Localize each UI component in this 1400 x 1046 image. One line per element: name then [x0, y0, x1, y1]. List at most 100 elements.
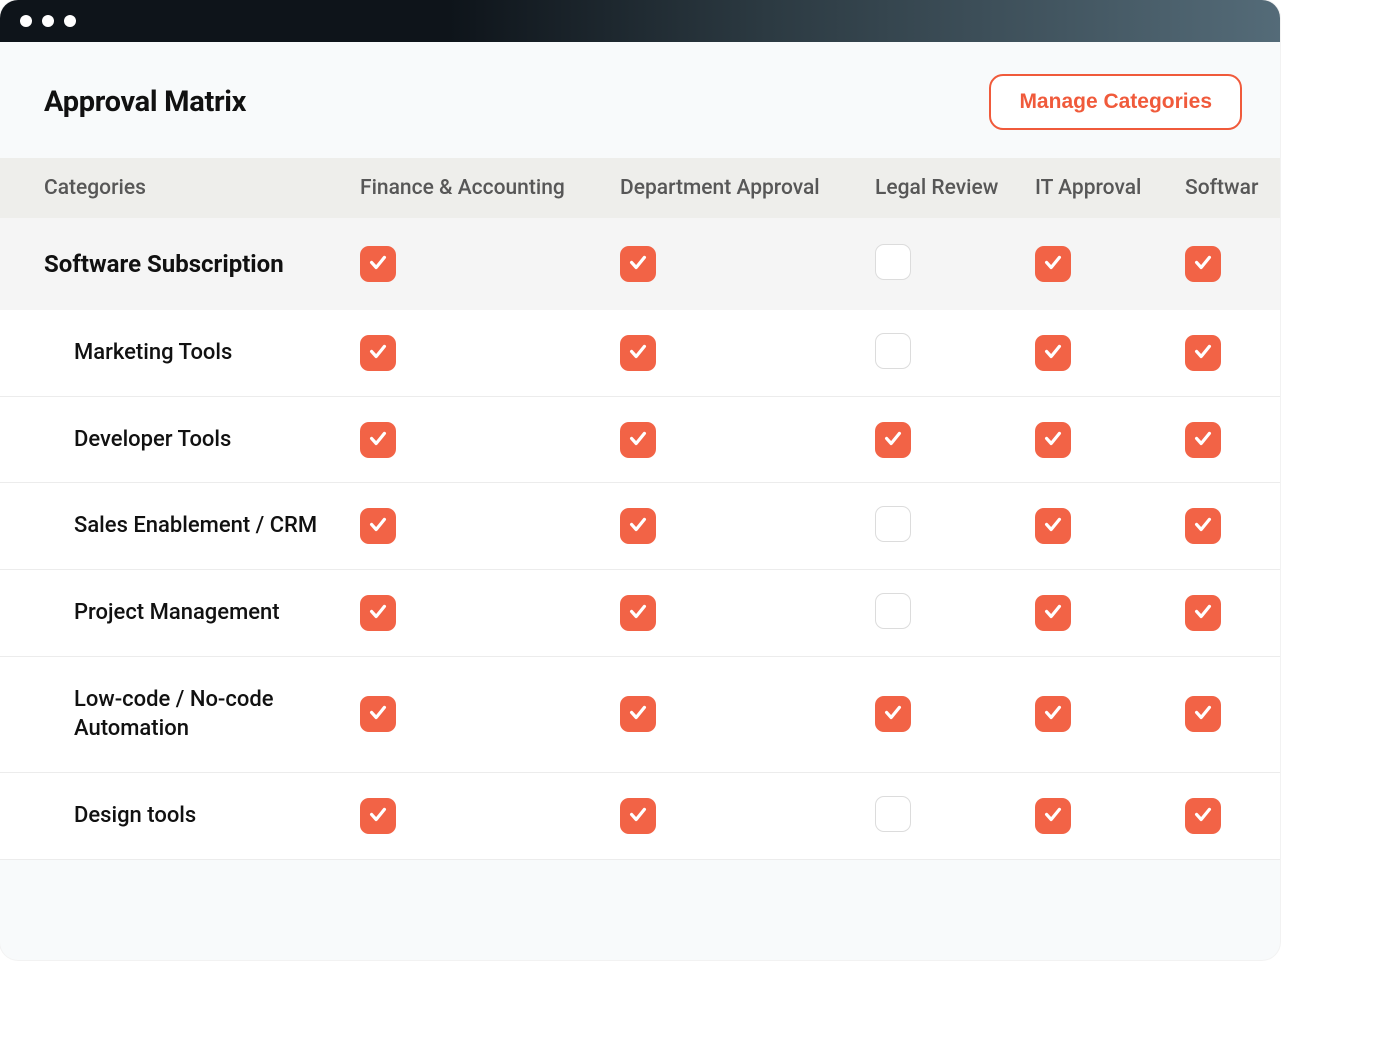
checkbox-finance[interactable]	[360, 798, 396, 834]
checkbox-cell-legal	[875, 310, 1035, 396]
checkbox-finance[interactable]	[360, 508, 396, 544]
check-icon	[627, 701, 649, 727]
checkbox-cell-it	[1035, 483, 1185, 570]
checkbox-legal[interactable]	[875, 696, 911, 732]
check-icon	[627, 251, 649, 277]
check-icon	[1192, 251, 1214, 277]
check-icon	[367, 427, 389, 453]
checkbox-software[interactable]	[1185, 335, 1221, 371]
checkbox-cell-it	[1035, 218, 1185, 310]
checkbox-legal[interactable]	[875, 506, 911, 542]
checkbox-department[interactable]	[620, 508, 656, 544]
checkbox-cell-department	[620, 656, 875, 772]
checkbox-department[interactable]	[620, 696, 656, 732]
check-icon	[627, 513, 649, 539]
checkbox-software[interactable]	[1185, 798, 1221, 834]
checkbox-cell-it	[1035, 656, 1185, 772]
checkbox-cell-software	[1185, 570, 1280, 657]
check-icon	[627, 427, 649, 453]
checkbox-cell-legal	[875, 570, 1035, 657]
checkbox-cell-legal	[875, 773, 1035, 860]
checkbox-software[interactable]	[1185, 696, 1221, 732]
checkbox-department[interactable]	[620, 422, 656, 458]
checkbox-department[interactable]	[620, 335, 656, 371]
checkbox-cell-it	[1035, 310, 1185, 396]
col-header-it: IT Approval	[1035, 158, 1185, 218]
traffic-light-minimize[interactable]	[42, 15, 54, 27]
manage-categories-button[interactable]: Manage Categories	[989, 74, 1242, 130]
checkbox-software[interactable]	[1185, 422, 1221, 458]
checkbox-finance[interactable]	[360, 335, 396, 371]
category-section-row: Software Subscription	[0, 218, 1280, 310]
check-icon	[1042, 340, 1064, 366]
checkbox-it[interactable]	[1035, 246, 1071, 282]
check-icon	[367, 251, 389, 277]
checkbox-software[interactable]	[1185, 595, 1221, 631]
checkbox-legal[interactable]	[875, 422, 911, 458]
checkbox-cell-software	[1185, 310, 1280, 396]
checkbox-cell-legal	[875, 656, 1035, 772]
checkbox-it[interactable]	[1035, 508, 1071, 544]
checkbox-software[interactable]	[1185, 508, 1221, 544]
matrix-table-wrapper: Categories Finance & Accounting Departme…	[0, 158, 1280, 860]
check-icon	[1192, 600, 1214, 626]
checkbox-software[interactable]	[1185, 246, 1221, 282]
checkbox-it[interactable]	[1035, 696, 1071, 732]
checkbox-department[interactable]	[620, 595, 656, 631]
checkbox-cell-it	[1035, 396, 1185, 483]
check-icon	[627, 340, 649, 366]
checkbox-cell-finance	[360, 310, 620, 396]
category-sub-row: Design tools	[0, 773, 1280, 860]
category-name-cell: Developer Tools	[0, 396, 360, 483]
checkbox-cell-software	[1185, 656, 1280, 772]
col-header-categories: Categories	[0, 158, 360, 218]
checkbox-legal[interactable]	[875, 593, 911, 629]
checkbox-cell-finance	[360, 656, 620, 772]
checkbox-finance[interactable]	[360, 246, 396, 282]
category-name-cell: Marketing Tools	[0, 310, 360, 396]
checkbox-legal[interactable]	[875, 796, 911, 832]
checkbox-legal[interactable]	[875, 244, 911, 280]
checkbox-department[interactable]	[620, 246, 656, 282]
check-icon	[1042, 701, 1064, 727]
traffic-light-close[interactable]	[20, 15, 32, 27]
category-sub-row: Sales Enablement / CRM	[0, 483, 1280, 570]
checkbox-finance[interactable]	[360, 595, 396, 631]
checkbox-it[interactable]	[1035, 422, 1071, 458]
category-sub-row: Low-code / No-code Automation	[0, 656, 1280, 772]
category-sub-row: Project Management	[0, 570, 1280, 657]
check-icon	[1042, 803, 1064, 829]
check-icon	[1192, 803, 1214, 829]
table-header-row: Categories Finance & Accounting Departme…	[0, 158, 1280, 218]
check-icon	[882, 427, 904, 453]
checkbox-cell-finance	[360, 396, 620, 483]
col-header-finance: Finance & Accounting	[360, 158, 620, 218]
app-window: Approval Matrix Manage Categories Catego…	[0, 0, 1280, 960]
checkbox-cell-legal	[875, 483, 1035, 570]
check-icon	[1042, 427, 1064, 453]
category-sub-row: Marketing Tools	[0, 310, 1280, 396]
checkbox-cell-department	[620, 218, 875, 310]
checkbox-finance[interactable]	[360, 422, 396, 458]
check-icon	[367, 701, 389, 727]
window-titlebar	[0, 0, 1280, 42]
checkbox-cell-software	[1185, 773, 1280, 860]
checkbox-cell-finance	[360, 483, 620, 570]
check-icon	[367, 600, 389, 626]
checkbox-cell-software	[1185, 218, 1280, 310]
checkbox-it[interactable]	[1035, 595, 1071, 631]
checkbox-cell-department	[620, 570, 875, 657]
check-icon	[1192, 513, 1214, 539]
checkbox-cell-department	[620, 396, 875, 483]
category-name-cell: Software Subscription	[0, 218, 360, 310]
category-name-cell: Low-code / No-code Automation	[0, 656, 360, 772]
checkbox-legal[interactable]	[875, 333, 911, 369]
check-icon	[882, 701, 904, 727]
checkbox-cell-department	[620, 483, 875, 570]
traffic-light-zoom[interactable]	[64, 15, 76, 27]
checkbox-finance[interactable]	[360, 696, 396, 732]
checkbox-it[interactable]	[1035, 798, 1071, 834]
checkbox-it[interactable]	[1035, 335, 1071, 371]
checkbox-department[interactable]	[620, 798, 656, 834]
category-name-cell: Project Management	[0, 570, 360, 657]
